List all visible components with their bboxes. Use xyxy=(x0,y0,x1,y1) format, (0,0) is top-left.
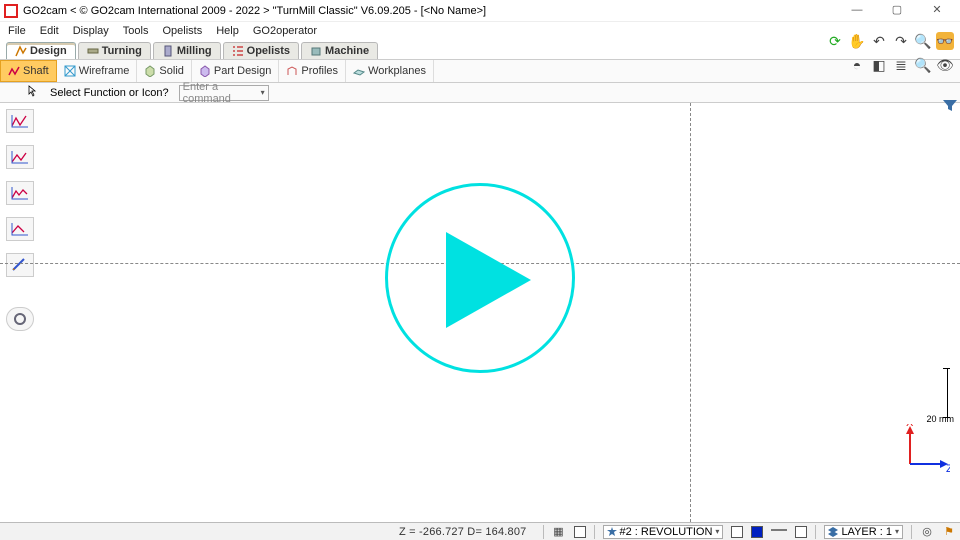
command-select[interactable]: Enter a command ▾ xyxy=(179,85,269,101)
subtab-wireframe[interactable]: Wireframe xyxy=(57,60,138,82)
shade-icon[interactable]: ◓ xyxy=(848,56,866,74)
warning-icon[interactable]: ⚑ xyxy=(942,525,956,539)
status-bar: Z = -266.727 D= 164.807 ▦ #2 : REVOLUTIO… xyxy=(0,522,960,540)
cursor-icon xyxy=(28,85,38,100)
eraser-icon[interactable]: ◧ xyxy=(870,56,888,74)
subtab-workplanes[interactable]: Workplanes xyxy=(346,60,434,82)
part-design-icon xyxy=(199,65,211,77)
revolution-icon xyxy=(607,527,617,537)
eye-icon[interactable]: 👁 xyxy=(936,56,954,74)
profiles-icon xyxy=(286,65,298,77)
hand-icon[interactable]: ✋ xyxy=(848,32,866,50)
scale-bar xyxy=(940,368,948,418)
menu-opelists[interactable]: Opelists xyxy=(162,25,202,37)
subtab-solid-label: Solid xyxy=(159,65,183,77)
chevron-down-icon: ▾ xyxy=(895,527,899,536)
grid-icon[interactable]: ▦ xyxy=(552,525,566,539)
tab-design-label: Design xyxy=(30,45,67,57)
tab-opelists-label: Opelists xyxy=(247,45,290,57)
tab-turning-label: Turning xyxy=(102,45,142,57)
shaft-icon xyxy=(8,65,20,77)
prompt-bar: Select Function or Icon? Enter a command… xyxy=(0,83,960,103)
separator xyxy=(594,525,595,539)
bg-swatch[interactable] xyxy=(574,526,586,538)
coordinate-system-icon: X Z xyxy=(902,424,950,472)
tab-machine-label: Machine xyxy=(325,45,369,57)
tab-design[interactable]: Design xyxy=(6,42,76,59)
tab-machine[interactable]: Machine xyxy=(301,42,378,59)
chevron-down-icon: ▾ xyxy=(715,527,719,536)
scale-label: 20 mm xyxy=(926,414,954,424)
command-placeholder: Enter a command xyxy=(183,81,261,105)
window-controls: — ▢ ✕ xyxy=(844,2,950,20)
maximize-button[interactable]: ▢ xyxy=(884,2,910,20)
menu-display[interactable]: Display xyxy=(73,25,109,37)
line-style-swatch[interactable] xyxy=(771,524,787,539)
tab-turning[interactable]: Turning xyxy=(78,42,151,59)
subtab-part-design[interactable]: Part Design xyxy=(192,60,279,82)
layer-select[interactable]: LAYER : 1 ▾ xyxy=(824,525,903,539)
view-toolbar-top: ⟳ ✋ ↶ ↷ 🔍 👓 xyxy=(826,32,954,50)
minimize-button[interactable]: — xyxy=(844,2,870,20)
workplanes-icon xyxy=(353,65,365,77)
subtab-workplanes-label: Workplanes xyxy=(368,65,426,77)
play-button[interactable] xyxy=(385,183,575,373)
undo-icon[interactable]: ↶ xyxy=(870,32,888,50)
menu-tools[interactable]: Tools xyxy=(123,25,149,37)
subtab-shaft[interactable]: Shaft xyxy=(0,60,57,82)
tab-opelists[interactable]: Opelists xyxy=(223,42,299,59)
solid-icon xyxy=(144,65,156,77)
design-icon xyxy=(15,45,27,57)
design-toolbar: Shaft Wireframe Solid Part Design Profil… xyxy=(0,59,960,83)
layers-icon[interactable]: ≣ xyxy=(892,56,910,74)
app-icon xyxy=(4,4,18,18)
menu-edit[interactable]: Edit xyxy=(40,25,59,37)
zoom-icon[interactable]: 🔍 xyxy=(914,32,932,50)
tab-milling-label: Milling xyxy=(177,45,212,57)
wireframe-icon xyxy=(64,65,76,77)
menu-file[interactable]: File xyxy=(8,25,26,37)
opelists-icon xyxy=(232,45,244,57)
vertical-axis xyxy=(690,103,691,522)
redo-icon[interactable]: ↷ xyxy=(892,32,910,50)
revolution-select[interactable]: #2 : REVOLUTION ▾ xyxy=(603,525,724,539)
title-bar: GO2cam < © GO2cam International 2009 - 2… xyxy=(0,0,960,22)
prompt-label: Select Function or Icon? xyxy=(50,87,169,99)
turning-icon xyxy=(87,45,99,57)
milling-icon xyxy=(162,45,174,57)
menu-go2operator[interactable]: GO2operator xyxy=(253,25,317,37)
binoculars-icon[interactable]: 👓 xyxy=(936,32,954,50)
subtab-part-design-label: Part Design xyxy=(214,65,271,77)
point-swatch[interactable] xyxy=(795,526,807,538)
line-color-swatch[interactable] xyxy=(751,526,763,538)
view-toolbar-bottom: ◓ ◧ ≣ 🔍 👁 xyxy=(848,56,954,74)
fill-swatch[interactable] xyxy=(731,526,743,538)
revolution-label: #2 : REVOLUTION xyxy=(620,526,713,538)
tab-milling[interactable]: Milling xyxy=(153,42,221,59)
drawing-canvas[interactable]: 20 mm X Z xyxy=(0,103,960,522)
menu-help[interactable]: Help xyxy=(216,25,239,37)
close-button[interactable]: ✕ xyxy=(924,2,950,20)
cursor-coordinates: Z = -266.727 D= 164.807 xyxy=(399,526,527,538)
subtab-solid[interactable]: Solid xyxy=(137,60,191,82)
subtab-wireframe-label: Wireframe xyxy=(79,65,130,77)
layers-icon xyxy=(828,527,838,537)
main-tabs: Design Turning Milling Opelists Machine xyxy=(0,40,960,59)
separator xyxy=(911,525,912,539)
separator xyxy=(543,525,544,539)
window-title: GO2cam < © GO2cam International 2009 - 2… xyxy=(23,5,844,17)
chevron-down-icon: ▾ xyxy=(261,88,265,97)
layer-label: LAYER : 1 xyxy=(841,526,892,538)
separator xyxy=(815,525,816,539)
refresh-icon[interactable]: ⟳ xyxy=(826,32,844,50)
menu-bar: File Edit Display Tools Opelists Help GO… xyxy=(0,22,960,40)
axis-x-label: X xyxy=(906,424,914,429)
subtab-profiles-label: Profiles xyxy=(301,65,338,77)
axis-z-label: Z xyxy=(946,463,950,472)
subtab-shaft-label: Shaft xyxy=(23,65,49,77)
subtab-profiles[interactable]: Profiles xyxy=(279,60,346,82)
machine-icon xyxy=(310,45,322,57)
target-icon[interactable]: ◎ xyxy=(920,525,934,539)
zoom-window-icon[interactable]: 🔍 xyxy=(914,56,932,74)
